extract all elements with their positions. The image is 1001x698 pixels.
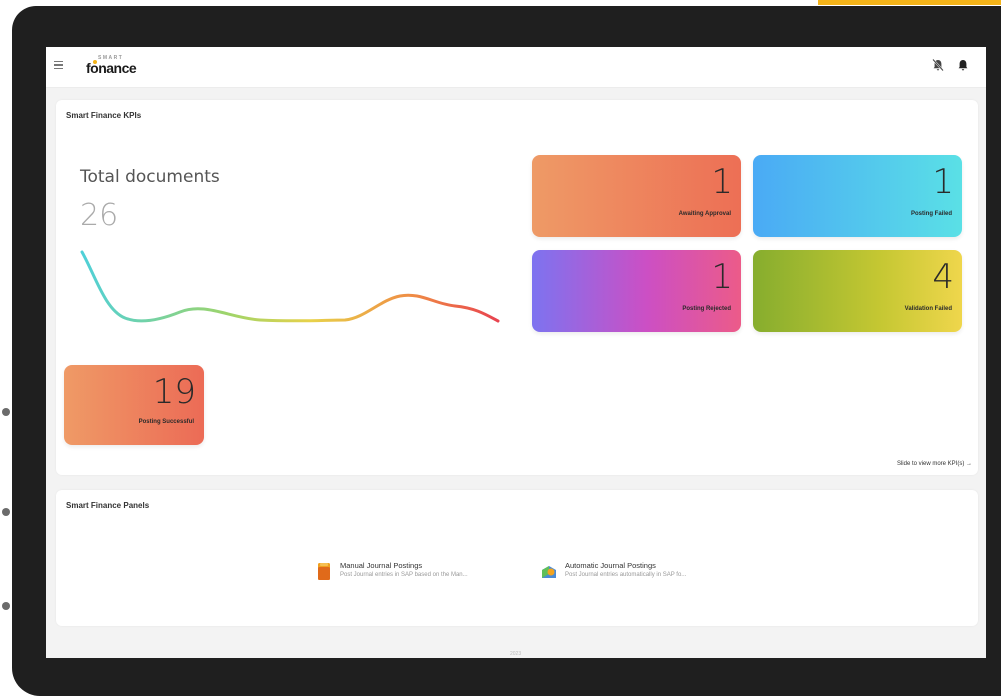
kpi-value: 1 [711, 162, 733, 202]
panels-card: Smart Finance Panels Manual Journal Post… [56, 490, 978, 626]
slide-more-kpis-link[interactable]: Slide to view more KPI(s) → [897, 461, 972, 467]
side-button-icon [2, 408, 10, 416]
kpi-value: 4 [932, 257, 954, 297]
kpi-label: Posting Rejected [682, 306, 731, 312]
side-button-icon [2, 508, 10, 516]
total-documents-value: 26 [80, 198, 119, 233]
app-header: SMART fonance [46, 47, 986, 88]
panel-description: Post Journal entries in SAP based on the… [340, 572, 468, 578]
bell-off-icon[interactable] [931, 58, 945, 72]
kpi-tile-validation-failed[interactable]: 4 Validation Failed [753, 250, 962, 332]
hamburger-menu-icon[interactable] [54, 58, 68, 72]
auto-posting-icon [542, 566, 556, 578]
panel-automatic-journal-postings[interactable]: Automatic Journal Postings Post Journal … [540, 560, 740, 586]
kpi-value: 1 [711, 257, 733, 297]
bell-icon[interactable] [956, 58, 970, 72]
kpi-label: Validation Failed [904, 306, 952, 312]
panel-manual-journal-postings[interactable]: Manual Journal Postings Post Journal ent… [315, 560, 515, 586]
side-button-icon [2, 602, 10, 610]
kpi-tile-awaiting-approval[interactable]: 1 Awaiting Approval [532, 155, 741, 237]
app-screen: SMART fonance Smart Finance KPIs Total d… [46, 47, 986, 658]
kpi-label: Posting Successful [138, 419, 194, 425]
kpi-value: 1 [932, 162, 954, 202]
accent-strip [818, 0, 1001, 5]
panel-description: Post Journal entries automatically in SA… [565, 572, 687, 578]
kpi-label: Posting Failed [910, 211, 952, 217]
panels-card-title: Smart Finance Panels [66, 501, 150, 510]
kpi-label: Awaiting Approval [678, 211, 731, 217]
document-folder-icon [318, 563, 330, 580]
panel-title: Manual Journal Postings [340, 561, 423, 570]
kpi-tile-posting-rejected[interactable]: 1 Posting Rejected [532, 250, 741, 332]
app-logo: SMART fonance [86, 55, 137, 76]
documents-trend-sparkline [80, 250, 500, 323]
footer-text: 2023 [510, 651, 522, 657]
logo-dot [93, 60, 97, 64]
kpi-card-title: Smart Finance KPIs [66, 111, 142, 120]
total-documents-label: Total documents [80, 167, 220, 187]
kpi-tile-posting-failed[interactable]: 1 Posting Failed [753, 155, 962, 237]
panel-title: Automatic Journal Postings [565, 561, 656, 570]
kpi-value: 19 [152, 372, 196, 412]
kpi-card: Smart Finance KPIs Total documents 26 1 … [56, 100, 978, 475]
kpi-tile-posting-successful[interactable]: 19 Posting Successful [64, 365, 204, 445]
trend-line [80, 250, 500, 323]
